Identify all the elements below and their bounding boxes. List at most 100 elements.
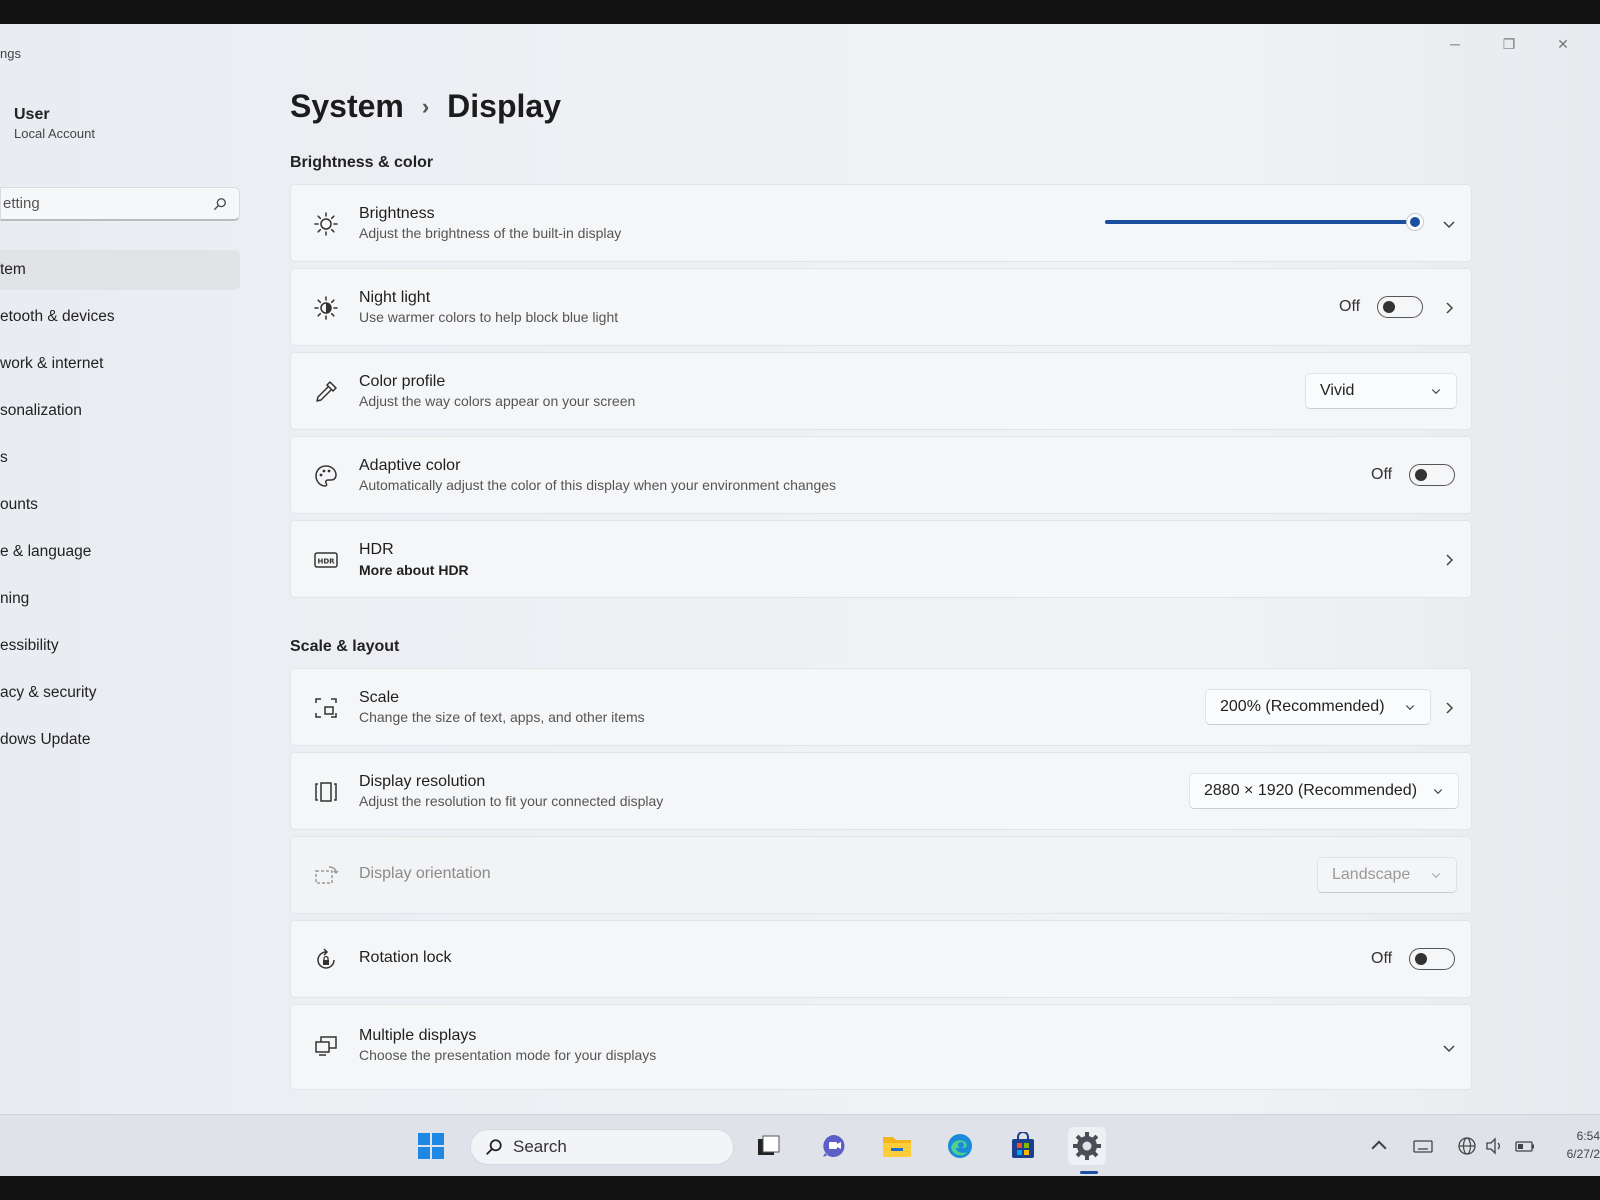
search-placeholder: etting (3, 195, 40, 212)
adaptive-color-subtitle: Automatically adjust the color of this d… (359, 477, 837, 493)
adaptive-color-toggle[interactable] (1409, 464, 1455, 486)
keyboard-icon[interactable] (1412, 1135, 1434, 1157)
scale-subtitle: Change the size of text, apps, and other… (359, 709, 645, 725)
sun-icon (314, 212, 338, 236)
hdr-icon: HDR (314, 552, 338, 568)
folder-icon (883, 1137, 911, 1157)
screen: ngs ─ ❐ ✕ User Local Account etting tem … (0, 24, 1600, 1176)
window-controls: ─ ❐ ✕ (1428, 30, 1590, 58)
display-orientation-title: Display orientation (359, 865, 491, 882)
file-explorer-button[interactable] (878, 1127, 916, 1165)
night-light-state: Off (1339, 298, 1361, 315)
toggle-knob (1415, 469, 1427, 481)
night-light-subtitle: Use warmer colors to help block blue lig… (359, 309, 619, 325)
scale-icon (315, 698, 337, 718)
close-button[interactable]: ✕ (1536, 30, 1590, 58)
restore-button[interactable]: ❐ (1482, 30, 1536, 58)
user-name: User (14, 106, 50, 123)
rotation-lock-title: Rotation lock (359, 949, 452, 966)
clock-time: 6:54 (1576, 1129, 1600, 1143)
brightness-title: Brightness (359, 205, 435, 222)
search-icon (213, 197, 226, 210)
search-icon (486, 1139, 502, 1155)
rotation-lock-row[interactable]: Rotation lock Off (290, 920, 1472, 998)
taskbar-search[interactable]: Search (470, 1129, 734, 1165)
task-view-button[interactable] (749, 1127, 787, 1165)
breadcrumb-system[interactable]: System (290, 88, 404, 125)
sidebar-item-accounts[interactable]: ounts (0, 485, 240, 525)
sidebar-item-time-language[interactable]: e & language (0, 532, 240, 572)
battery-icon[interactable] (1514, 1135, 1536, 1157)
display-resolution-subtitle: Adjust the resolution to fit your connec… (359, 793, 664, 809)
sidebar-nav: tem etooth & devices work & internet son… (0, 250, 240, 767)
display-resolution-title: Display resolution (359, 773, 486, 790)
store-button[interactable] (1004, 1127, 1042, 1165)
display-orientation-value: Landscape (1332, 866, 1411, 883)
rotation-lock-icon (317, 948, 335, 969)
multiple-displays-row[interactable]: Multiple displays Choose the presentatio… (290, 1004, 1472, 1090)
sidebar-item-gaming[interactable]: ning (0, 579, 240, 619)
sidebar-item-apps[interactable]: s (0, 438, 240, 478)
breadcrumb: System › Display (290, 88, 561, 125)
chevron-up-icon[interactable] (1368, 1135, 1390, 1157)
taskbar-clock[interactable]: 6:54 6/27/2 (1548, 1127, 1600, 1163)
task-view-icon (758, 1135, 780, 1155)
display-resolution-row[interactable]: Display resolution Adjust the resolution… (290, 752, 1472, 830)
display-resolution-dropdown[interactable]: 2880 × 1920 (Recommended) (1189, 773, 1459, 809)
hdr-title: HDR (359, 541, 394, 558)
adaptive-color-row[interactable]: Adaptive color Automatically adjust the … (290, 436, 1472, 514)
settings-search-input[interactable]: etting (0, 187, 240, 221)
settings-app-button[interactable] (1068, 1127, 1106, 1165)
hdr-row[interactable]: HDR HDR More about HDR (290, 520, 1472, 598)
edge-browser-button[interactable] (941, 1127, 979, 1165)
volume-icon[interactable] (1484, 1135, 1506, 1157)
chevron-down-icon[interactable] (1441, 1040, 1457, 1056)
night-light-toggle[interactable] (1377, 296, 1423, 318)
scale-dropdown[interactable]: 200% (Recommended) (1205, 689, 1431, 725)
user-profile[interactable]: User Local Account (14, 106, 95, 141)
breadcrumb-separator: › (421, 93, 430, 119)
sidebar-item-bluetooth-devices[interactable]: etooth & devices (0, 297, 240, 337)
multiple-displays-title: Multiple displays (359, 1027, 477, 1044)
section-scale-layout: Scale & layout (290, 638, 400, 655)
minimize-button[interactable]: ─ (1428, 30, 1482, 58)
rotation-lock-toggle[interactable] (1409, 948, 1455, 970)
sidebar-item-windows-update[interactable]: dows Update (0, 720, 240, 760)
chevron-right-icon[interactable] (1441, 552, 1457, 568)
sidebar-item-network-internet[interactable]: work & internet (0, 344, 240, 384)
globe-icon[interactable] (1456, 1135, 1478, 1157)
active-app-indicator (1080, 1171, 1098, 1174)
adaptive-color-title: Adaptive color (359, 457, 461, 474)
scale-row[interactable]: Scale Change the size of text, apps, and… (290, 668, 1472, 746)
toggle-knob (1383, 301, 1395, 313)
resolution-icon (315, 782, 337, 802)
user-account-type: Local Account (14, 126, 95, 141)
chevron-right-icon[interactable] (1441, 300, 1457, 316)
eyedropper-icon (316, 381, 337, 402)
adaptive-color-state: Off (1371, 466, 1393, 483)
chevron-down-icon[interactable] (1441, 216, 1457, 232)
scale-title: Scale (359, 689, 400, 706)
color-profile-dropdown[interactable]: Vivid (1305, 373, 1457, 409)
sidebar-item-accessibility[interactable]: essibility (0, 626, 240, 666)
night-light-row[interactable]: Night light Use warmer colors to help bl… (290, 268, 1472, 346)
sidebar-item-system[interactable]: tem (0, 250, 240, 290)
brightness-row[interactable]: Brightness Adjust the brightness of the … (290, 184, 1472, 262)
sidebar-item-privacy-security[interactable]: acy & security (0, 673, 240, 713)
chevron-right-icon[interactable] (1441, 700, 1457, 716)
start-button[interactable] (412, 1127, 450, 1165)
palette-icon (315, 465, 337, 487)
color-profile-row[interactable]: Color profile Adjust the way colors appe… (290, 352, 1472, 430)
gear-icon (1073, 1132, 1101, 1160)
sidebar-item-personalization[interactable]: sonalization (0, 391, 240, 431)
windows-logo-icon (418, 1133, 444, 1159)
page-title: Display (447, 88, 561, 124)
hdr-more-link[interactable]: More about HDR (359, 562, 469, 578)
brightness-slider-fill (1105, 220, 1415, 224)
brightness-slider[interactable] (1105, 213, 1424, 231)
chevron-down-icon (1431, 389, 1441, 395)
brightness-slider-thumb[interactable] (1406, 213, 1424, 231)
scale-value: 200% (Recommended) (1220, 698, 1385, 715)
chevron-down-icon (1433, 789, 1443, 795)
chat-button[interactable] (815, 1127, 853, 1165)
